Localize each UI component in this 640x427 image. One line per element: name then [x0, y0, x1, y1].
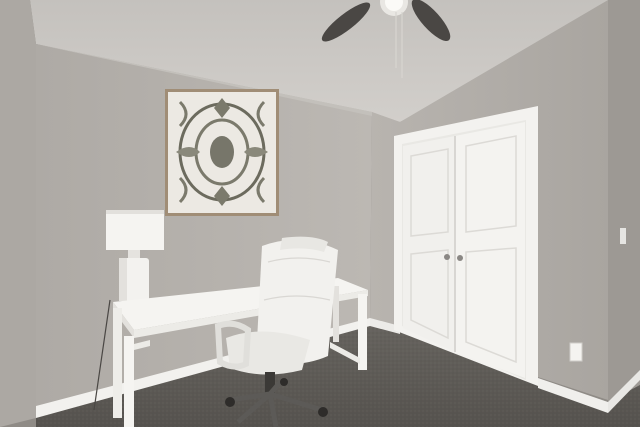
left-wall	[0, 0, 36, 427]
room-photo	[0, 0, 640, 427]
light-switch	[620, 228, 626, 244]
wall-outlet	[569, 342, 583, 362]
framed-wall-art	[165, 89, 279, 216]
far-right-wall	[608, 0, 640, 427]
room-illustration	[0, 0, 640, 427]
